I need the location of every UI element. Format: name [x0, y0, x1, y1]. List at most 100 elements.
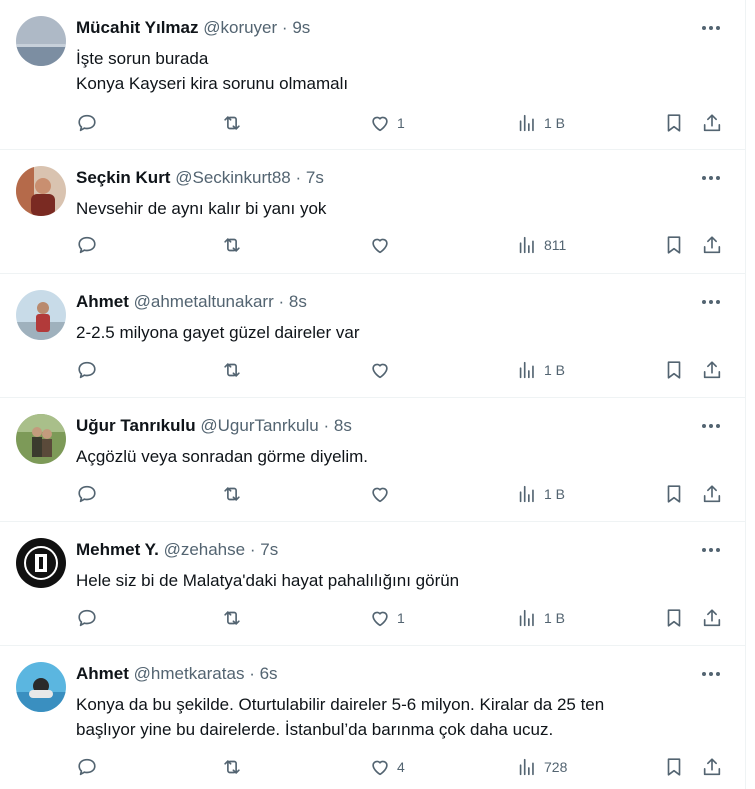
like-count: 1 — [397, 115, 405, 131]
like-button[interactable] — [369, 482, 397, 506]
action-bar: 811 — [76, 233, 727, 257]
retweet-button[interactable] — [221, 358, 243, 382]
tweet-header: Ahmet @hmetkaratas · 6s — [76, 664, 278, 684]
more-options-icon[interactable] — [697, 414, 725, 438]
separator-dot: · — [249, 664, 255, 683]
retweet-button[interactable] — [221, 606, 243, 630]
share-icon — [703, 114, 721, 132]
retweet-icon — [224, 238, 240, 252]
timestamp[interactable]: 8s — [334, 416, 352, 435]
retweet-icon — [224, 611, 240, 625]
like-button[interactable] — [369, 358, 397, 382]
tweet-header: Mehmet Y. @zehahse · 7s — [76, 540, 278, 560]
reply-button[interactable] — [76, 606, 98, 630]
share-button[interactable] — [701, 233, 723, 257]
username[interactable]: @UgurTanrkulu — [200, 416, 318, 435]
views-icon — [519, 609, 534, 627]
reply-button[interactable] — [76, 358, 98, 382]
tweet-text: 2-2.5 milyona gayet güzel daireler var — [76, 320, 721, 345]
bookmark-icon — [667, 236, 681, 254]
reply-button[interactable] — [76, 233, 98, 257]
display-name[interactable]: Uğur Tanrıkulu — [76, 416, 196, 435]
tweet[interactable]: Uğur Tanrıkulu @UgurTanrkulu · 8s Açgözl… — [0, 398, 745, 522]
more-options-icon[interactable] — [697, 538, 725, 562]
display-name[interactable]: Ahmet — [76, 664, 129, 683]
reply-icon — [78, 114, 96, 132]
timestamp[interactable]: 9s — [292, 18, 310, 37]
views-button[interactable]: 1 B — [516, 358, 565, 382]
bookmark-button[interactable] — [663, 755, 685, 779]
reply-button[interactable] — [76, 111, 98, 135]
more-options-icon[interactable] — [697, 290, 725, 314]
share-button[interactable] — [701, 482, 723, 506]
bookmark-button[interactable] — [663, 233, 685, 257]
view-count: 811 — [544, 237, 567, 253]
action-bar: 1 1 B — [76, 111, 727, 135]
share-icon — [703, 236, 721, 254]
tweet[interactable]: Mehmet Y. @zehahse · 7s Hele siz bi de M… — [0, 522, 745, 646]
username[interactable]: @ahmetaltunakarr — [134, 292, 274, 311]
avatar[interactable] — [16, 414, 66, 464]
like-button[interactable]: 1 — [369, 606, 405, 630]
tweet[interactable]: Ahmet @ahmetaltunakarr · 8s 2-2.5 milyon… — [0, 274, 745, 398]
share-button[interactable] — [701, 358, 723, 382]
views-icon — [519, 361, 534, 379]
avatar[interactable] — [16, 166, 66, 216]
tweet[interactable]: Ahmet @hmetkaratas · 6s Konya da bu şeki… — [0, 646, 745, 789]
bookmark-button[interactable] — [663, 606, 685, 630]
avatar[interactable] — [16, 662, 66, 712]
avatar[interactable] — [16, 290, 66, 340]
views-button[interactable]: 811 — [516, 233, 566, 257]
bookmark-icon — [667, 485, 681, 503]
share-icon — [703, 361, 721, 379]
view-count: 1 B — [544, 115, 566, 131]
views-button[interactable]: 728 — [516, 755, 567, 779]
action-bar: 1 1 B — [76, 606, 727, 630]
like-button[interactable]: 4 — [369, 755, 405, 779]
retweet-button[interactable] — [221, 482, 243, 506]
share-button[interactable] — [701, 606, 723, 630]
timestamp[interactable]: 7s — [306, 168, 324, 187]
separator-dot: · — [278, 292, 285, 311]
like-count: 1 — [397, 610, 405, 626]
more-options-icon[interactable] — [697, 16, 725, 40]
username[interactable]: @Seckinkurt88 — [175, 168, 291, 187]
display-name[interactable]: Mehmet Y. — [76, 540, 159, 559]
timestamp[interactable]: 7s — [260, 540, 278, 559]
avatar[interactable] — [16, 16, 66, 66]
reply-button[interactable] — [76, 755, 98, 779]
bookmark-button[interactable] — [663, 482, 685, 506]
retweet-button[interactable] — [221, 755, 243, 779]
timestamp[interactable]: 6s — [260, 664, 278, 683]
bookmark-button[interactable] — [663, 111, 685, 135]
bookmark-icon — [667, 609, 681, 627]
display-name[interactable]: Mücahit Yılmaz — [76, 18, 199, 37]
retweet-button[interactable] — [221, 233, 243, 257]
username[interactable]: @hmetkaratas — [134, 664, 245, 683]
display-name[interactable]: Seçkin Kurt — [76, 168, 170, 187]
heart-icon — [372, 760, 388, 776]
action-bar: 1 B — [76, 482, 727, 506]
display-name[interactable]: Ahmet — [76, 292, 129, 311]
tweet[interactable]: Mücahit Yılmaz @koruyer · 9s İşte sorun … — [0, 0, 745, 150]
views-icon — [519, 485, 534, 503]
share-button[interactable] — [701, 111, 723, 135]
like-button[interactable] — [369, 233, 397, 257]
reply-button[interactable] — [76, 482, 98, 506]
retweet-button[interactable] — [221, 111, 243, 135]
timestamp[interactable]: 8s — [289, 292, 307, 311]
more-options-icon[interactable] — [697, 662, 725, 686]
avatar[interactable] — [16, 538, 66, 588]
username[interactable]: @zehahse — [164, 540, 246, 559]
more-options-icon[interactable] — [697, 166, 725, 190]
tweet-text: Açgözlü veya sonradan görme diyelim. — [76, 444, 721, 469]
views-icon — [519, 236, 534, 254]
share-button[interactable] — [701, 755, 723, 779]
views-button[interactable]: 1 B — [516, 111, 565, 135]
views-button[interactable]: 1 B — [516, 606, 565, 630]
views-button[interactable]: 1 B — [516, 482, 565, 506]
tweet[interactable]: Seçkin Kurt @Seckinkurt88 · 7s Nevsehir … — [0, 150, 745, 274]
bookmark-button[interactable] — [663, 358, 685, 382]
like-button[interactable]: 1 — [369, 111, 405, 135]
username[interactable]: @koruyer — [203, 18, 277, 37]
